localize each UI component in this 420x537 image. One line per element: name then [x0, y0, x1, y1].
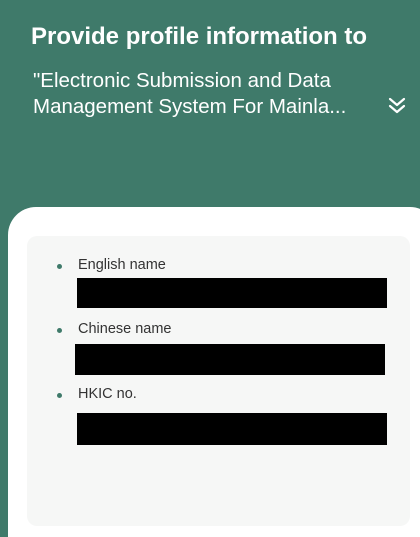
bullet-icon — [57, 328, 62, 333]
bullet-icon — [57, 264, 62, 269]
double-chevron-down-icon[interactable] — [386, 94, 408, 120]
field-label: HKIC no. — [78, 386, 137, 402]
field-value-redacted — [75, 344, 385, 375]
header-panel: Provide profile information to "Electron… — [0, 0, 420, 225]
field-label: English name — [78, 257, 166, 273]
app-name-subtitle: "Electronic Submission and Data Manageme… — [33, 68, 383, 120]
profile-info-card: English name Chinese name HKIC no. — [27, 236, 410, 526]
subtitle-line-1: "Electronic Submission and Data — [33, 69, 331, 92]
field-value-redacted — [77, 413, 387, 445]
subtitle-line-2: Management System For Mainla... — [33, 95, 347, 118]
page-title: Provide profile information to — [31, 23, 368, 50]
bullet-icon — [57, 393, 62, 398]
field-value-redacted — [77, 278, 387, 308]
field-label: Chinese name — [78, 321, 172, 337]
